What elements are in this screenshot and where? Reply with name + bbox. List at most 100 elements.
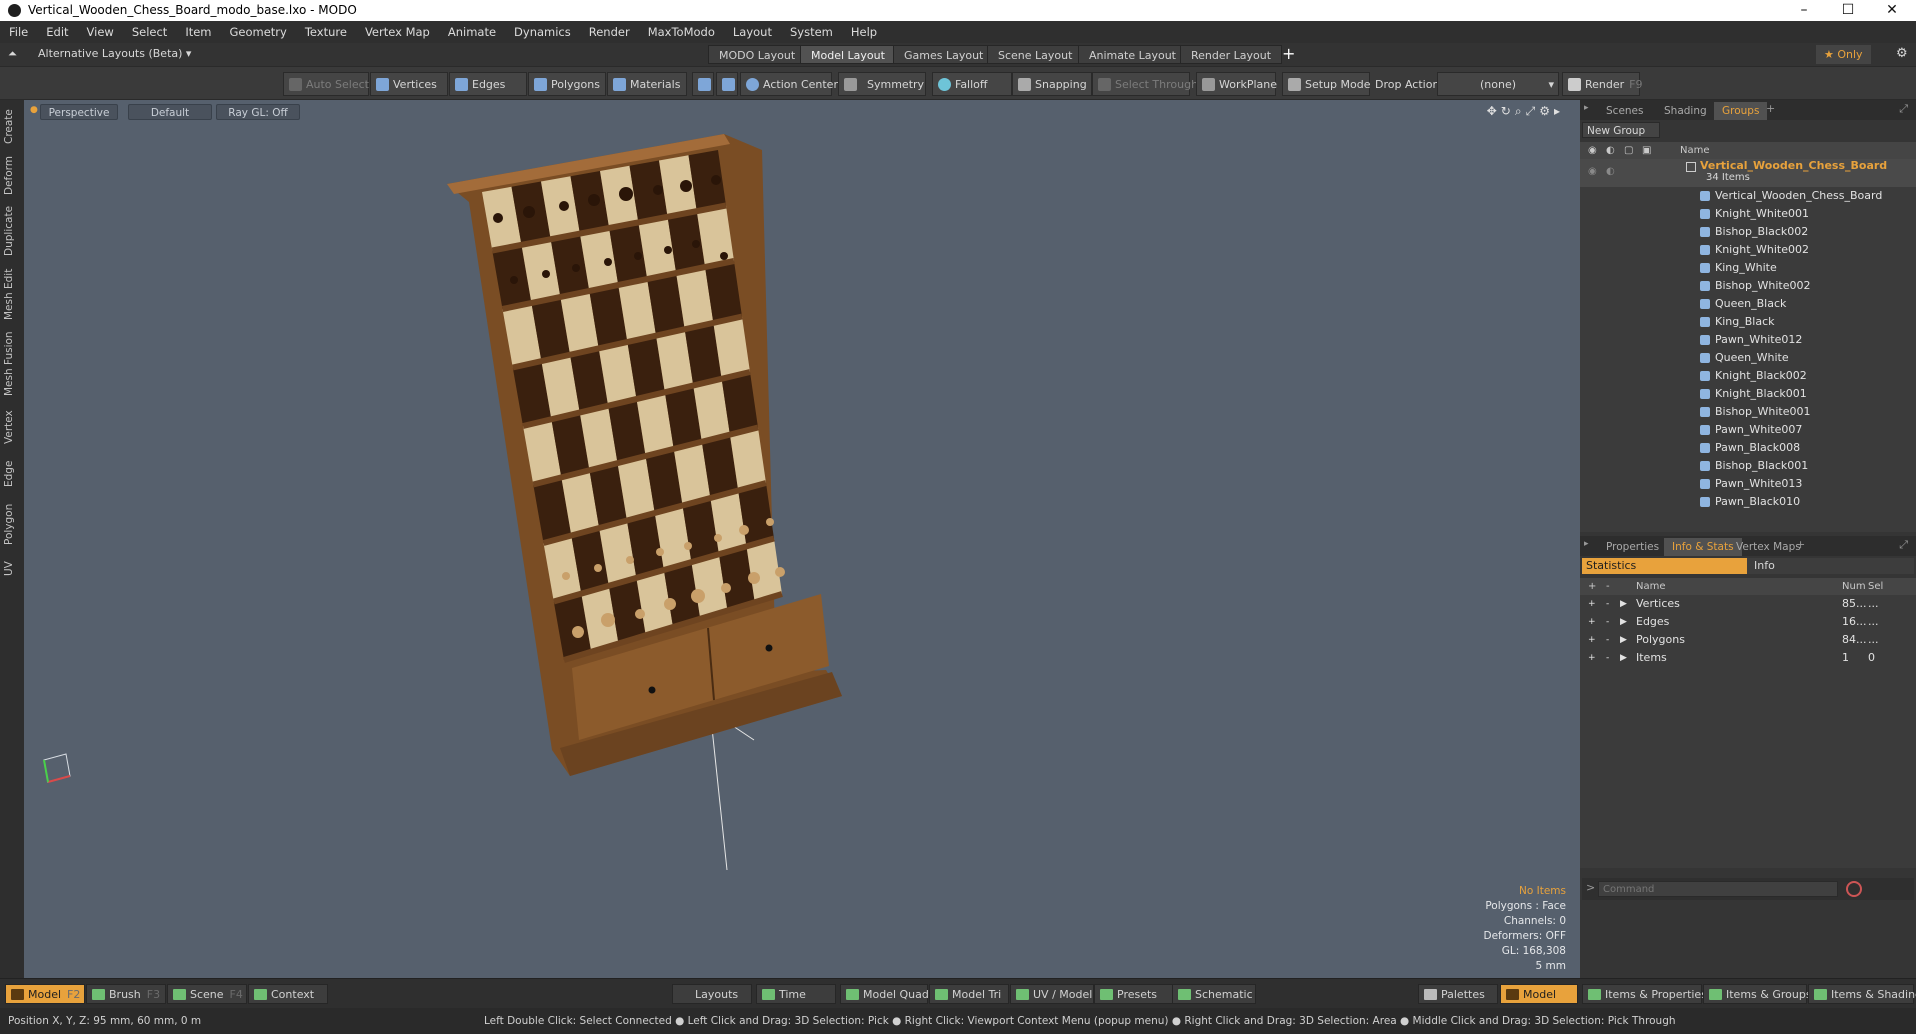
- record-icon[interactable]: [1846, 881, 1862, 897]
- row-arrow-icon[interactable]: ▶: [1620, 631, 1627, 649]
- menu-select[interactable]: Select: [123, 21, 176, 43]
- tab-polygon[interactable]: Polygon: [3, 500, 20, 548]
- row-arrow-icon[interactable]: ▶: [1620, 613, 1627, 631]
- alternative-layouts-dropdown[interactable]: Alternative Layouts (Beta) ▾: [38, 47, 191, 60]
- model-mode-button[interactable]: Model F2: [5, 984, 85, 1004]
- statistics-row[interactable]: + - ▶ Polygons 84......: [1580, 631, 1916, 649]
- items-groups-button[interactable]: Items & Groups: [1703, 984, 1812, 1004]
- group-list-item[interactable]: Knight_Black002: [1580, 367, 1916, 385]
- group-list-item[interactable]: Knight_Black001: [1580, 385, 1916, 403]
- group-list-item[interactable]: Pawn_Black010: [1580, 493, 1916, 511]
- tab-model-layout[interactable]: Model Layout: [800, 45, 896, 64]
- workplane-button[interactable]: WorkPlane: [1196, 72, 1277, 96]
- tab-mesh-fusion[interactable]: Mesh Fusion: [3, 330, 20, 398]
- group-list-item[interactable]: Bishop_Black002: [1580, 223, 1916, 241]
- group-list-item[interactable]: Pawn_Black008: [1580, 439, 1916, 457]
- tab-create[interactable]: Create: [3, 108, 20, 146]
- pin-icon[interactable]: ⏶: [8, 47, 17, 61]
- minimize-button[interactable]: –: [1782, 0, 1826, 21]
- schematic-button[interactable]: Schematic: [1172, 984, 1256, 1004]
- group-list-item[interactable]: Pawn_White013: [1580, 475, 1916, 493]
- new-group-button[interactable]: New Group: [1582, 122, 1660, 138]
- tab-deform[interactable]: Deform: [3, 154, 20, 196]
- tab-mesh-edit[interactable]: Mesh Edit: [3, 266, 20, 322]
- expand-row-icon[interactable]: +: [1588, 613, 1596, 631]
- collapse-row-icon[interactable]: -: [1606, 631, 1609, 649]
- collapse-row-icon[interactable]: -: [1606, 649, 1609, 667]
- statistics-row[interactable]: + - ▶ Items 1 0: [1580, 649, 1916, 667]
- action-center-button[interactable]: Action Center: [740, 72, 838, 96]
- scene-mode-button[interactable]: Scene F4: [167, 984, 247, 1004]
- layouts-button[interactable]: Layouts: [672, 984, 752, 1004]
- expand-row-icon[interactable]: +: [1588, 595, 1596, 613]
- render-column-icon[interactable]: ◐: [1606, 142, 1615, 159]
- context-button[interactable]: Context: [248, 984, 328, 1004]
- group-list-item[interactable]: Queen_White: [1580, 349, 1916, 367]
- symmetry-button[interactable]: Symmetry: [838, 72, 926, 96]
- presets-button[interactable]: Presets: [1094, 984, 1174, 1004]
- falloff-button[interactable]: Falloff: [932, 72, 1012, 96]
- statistics-row[interactable]: + - ▶ Vertices 85......: [1580, 595, 1916, 613]
- menu-item[interactable]: Item: [176, 21, 220, 43]
- row-arrow-icon[interactable]: ▶: [1620, 595, 1627, 613]
- eye-icon[interactable]: ◉: [1588, 166, 1597, 177]
- menu-geometry[interactable]: Geometry: [221, 21, 296, 43]
- model-tri-button[interactable]: Model Tri: [929, 984, 1009, 1004]
- expand-all-icon[interactable]: +: [1588, 578, 1596, 595]
- tab-shading[interactable]: Shading: [1656, 102, 1715, 120]
- tab-groups[interactable]: Groups: [1714, 102, 1768, 120]
- expand-panel-icon[interactable]: ⤢: [1899, 102, 1908, 116]
- panel-menu-icon[interactable]: ▸: [1584, 103, 1589, 113]
- group-list-item[interactable]: Pawn_White007: [1580, 421, 1916, 439]
- expand-row-icon[interactable]: +: [1588, 631, 1596, 649]
- tab-scene-layout[interactable]: Scene Layout: [987, 45, 1084, 64]
- menu-view[interactable]: View: [78, 21, 123, 43]
- expand-panel-icon[interactable]: ⤢: [1899, 538, 1908, 552]
- group-list-item[interactable]: Knight_White001: [1580, 205, 1916, 223]
- add-tab-button[interactable]: +: [1766, 102, 1775, 115]
- items-properties-button[interactable]: Items & Properties: [1582, 984, 1707, 1004]
- tab-animate-layout[interactable]: Animate Layout: [1078, 45, 1187, 64]
- select-through-button[interactable]: Select Through: [1092, 72, 1198, 96]
- group-list-item[interactable]: Bishop_Black001: [1580, 457, 1916, 475]
- materials-button[interactable]: Materials: [607, 72, 687, 96]
- menu-vertex-map[interactable]: Vertex Map: [356, 21, 439, 43]
- group-list-item[interactable]: Queen_Black: [1580, 295, 1916, 313]
- items-shading-button[interactable]: Items & Shading: [1808, 984, 1916, 1004]
- polygons-button[interactable]: Polygons: [528, 72, 606, 96]
- tab-duplicate[interactable]: Duplicate: [3, 204, 20, 258]
- group-root-row[interactable]: ◉ ◐ Vertical_Wooden_Chess_Board 34 Items: [1580, 159, 1916, 187]
- palettes-button[interactable]: Palettes: [1418, 984, 1498, 1004]
- collapse-row-icon[interactable]: -: [1606, 613, 1609, 631]
- menu-animate[interactable]: Animate: [439, 21, 505, 43]
- selection-mode-button[interactable]: [716, 72, 738, 96]
- close-button[interactable]: ✕: [1870, 0, 1914, 21]
- tab-scenes[interactable]: Scenes: [1598, 102, 1651, 120]
- snapping-button[interactable]: Snapping: [1012, 72, 1092, 96]
- only-toggle[interactable]: ★ Only: [1816, 45, 1871, 64]
- command-input[interactable]: [1598, 881, 1838, 897]
- select-column-icon[interactable]: ▣: [1642, 142, 1651, 159]
- subtab-info[interactable]: Info: [1754, 558, 1775, 574]
- menu-edit[interactable]: Edit: [37, 21, 77, 43]
- group-list-item[interactable]: Pawn_White012: [1580, 331, 1916, 349]
- subtab-statistics[interactable]: Statistics: [1582, 558, 1747, 574]
- menu-layout[interactable]: Layout: [724, 21, 781, 43]
- uv-model-button[interactable]: UV / Model: [1010, 984, 1094, 1004]
- menu-system[interactable]: System: [781, 21, 842, 43]
- group-list-item[interactable]: King_Black: [1580, 313, 1916, 331]
- group-list-item[interactable]: Bishop_White001: [1580, 403, 1916, 421]
- menu-maxtomodo[interactable]: MaxToModo: [639, 21, 724, 43]
- drop-action-select[interactable]: (none) ▾: [1437, 72, 1559, 96]
- setup-mode-button[interactable]: Setup Mode: [1282, 72, 1370, 96]
- lock-column-icon[interactable]: ▢: [1624, 142, 1633, 159]
- collapse-all-icon[interactable]: -: [1606, 578, 1610, 595]
- expand-row-icon[interactable]: +: [1588, 649, 1596, 667]
- time-button[interactable]: Time: [756, 984, 836, 1004]
- menu-file[interactable]: File: [0, 21, 37, 43]
- menu-texture[interactable]: Texture: [296, 21, 356, 43]
- panel-menu-icon[interactable]: ▸: [1584, 539, 1589, 549]
- brush-mode-button[interactable]: Brush F3: [86, 984, 166, 1004]
- menu-dynamics[interactable]: Dynamics: [505, 21, 580, 43]
- tab-uv[interactable]: UV: [3, 556, 20, 582]
